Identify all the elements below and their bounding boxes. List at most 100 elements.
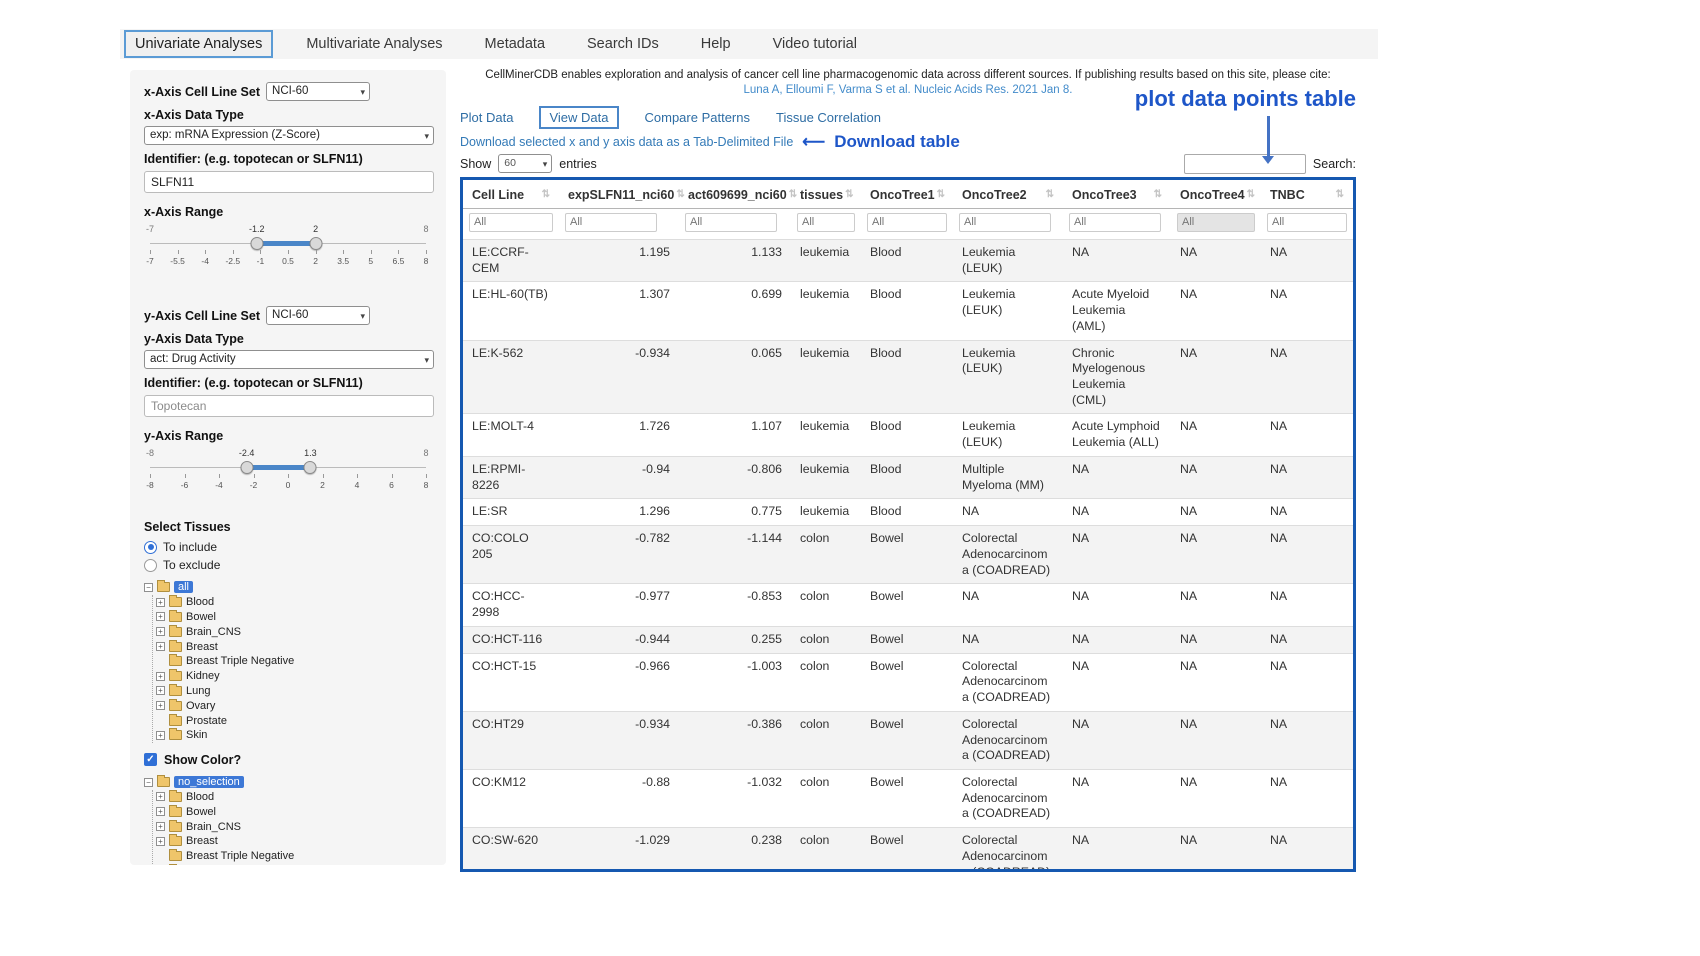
expand-icon[interactable]: + (156, 731, 165, 740)
expand-icon[interactable]: + (156, 612, 165, 621)
tree-item-breast-triple-negative[interactable]: Breast Triple Negative (156, 654, 434, 669)
tree-item-skin[interactable]: +Skin (156, 728, 434, 743)
table-row[interactable]: CO:HCC-2998-0.977-0.853colonBowelNANANAN… (463, 584, 1353, 626)
tree-item-bowel[interactable]: +Bowel (156, 610, 434, 625)
expand-icon[interactable]: + (156, 701, 165, 710)
tab-view-data[interactable]: View Data (539, 106, 618, 129)
y-cell-line-set-select[interactable]: NCI-60 (266, 306, 370, 325)
tab-compare-patterns[interactable]: Compare Patterns (645, 108, 751, 127)
expand-icon[interactable]: + (156, 686, 165, 695)
column-header-tissues[interactable]: tissues⇅ (791, 180, 861, 209)
tree-root-no-selection[interactable]: −no_selection (144, 775, 434, 790)
tree-item-brain-cns[interactable]: +Brain_CNS (156, 819, 434, 834)
collapse-icon[interactable]: − (144, 583, 153, 592)
column-filter-input-act609699-nci60[interactable] (685, 213, 777, 232)
show-color-checkbox-row[interactable]: ✓ Show Color? (144, 753, 434, 767)
expand-icon[interactable]: + (156, 627, 165, 636)
expand-icon[interactable]: + (156, 672, 165, 681)
x-cell-line-set-select[interactable]: NCI-60 (266, 82, 370, 101)
nav-tab-univariate-analyses[interactable]: Univariate Analyses (124, 30, 273, 58)
table-row[interactable]: LE:CCRF-CEM1.1951.133leukemiaBloodLeukem… (463, 239, 1353, 281)
slider-track[interactable] (150, 236, 426, 250)
column-header-oncotree3[interactable]: OncoTree3⇅ (1063, 180, 1171, 209)
table-row[interactable]: LE:RPMI-8226-0.94-0.806leukemiaBloodMult… (463, 456, 1353, 498)
table-row[interactable]: LE:K-562-0.9340.065leukemiaBloodLeukemia… (463, 340, 1353, 414)
slider-selected-range[interactable] (257, 241, 316, 246)
expand-icon[interactable]: + (156, 822, 165, 831)
nav-tab-help[interactable]: Help (692, 32, 740, 56)
column-filter-input-cell-line[interactable] (469, 213, 553, 232)
tree-root-all[interactable]: −all (144, 580, 434, 595)
tree-item-lung[interactable]: +Lung (156, 684, 434, 699)
sort-icon[interactable]: ⇅ (845, 189, 853, 200)
download-link[interactable]: Download selected x and y axis data as a… (460, 135, 793, 149)
column-filter-input-oncotree1[interactable] (867, 213, 947, 232)
column-header-expslfn11-nci60[interactable]: expSLFN11_nci60⇅ (559, 180, 679, 209)
tree-item-blood[interactable]: +Blood (156, 790, 434, 805)
nav-tab-search-ids[interactable]: Search IDs (578, 32, 668, 56)
tree-item-ovary[interactable]: +Ovary (156, 698, 434, 713)
tree-item-bowel[interactable]: +Bowel (156, 804, 434, 819)
expand-icon[interactable]: + (156, 807, 165, 816)
expand-icon[interactable]: + (156, 642, 165, 651)
tree-item-breast[interactable]: +Breast (156, 639, 434, 654)
slider-track[interactable] (150, 460, 426, 474)
citation-link[interactable]: Luna A, Elloumi F, Varma S et al. Nuclei… (744, 84, 1073, 96)
tab-plot-data[interactable]: Plot Data (460, 108, 513, 127)
slider-handle[interactable] (309, 237, 322, 250)
sort-icon[interactable]: ⇅ (937, 189, 945, 200)
column-header-oncotree1[interactable]: OncoTree1⇅ (861, 180, 953, 209)
column-filter-input-oncotree3[interactable] (1069, 213, 1161, 232)
entries-select[interactable]: 60 (498, 154, 552, 173)
tree-item-breast-triple-negative[interactable]: Breast Triple Negative (156, 849, 434, 864)
search-input[interactable] (1184, 154, 1306, 174)
table-row[interactable]: LE:SR1.2960.775leukemiaBloodNANANANA (463, 499, 1353, 526)
table-row[interactable]: CO:HCT-15-0.966-1.003colonBowelColorecta… (463, 653, 1353, 711)
column-filter-input-oncotree4[interactable] (1177, 213, 1255, 232)
nav-tab-metadata[interactable]: Metadata (476, 32, 554, 56)
column-filter-input-tissues[interactable] (797, 213, 855, 232)
sort-icon[interactable]: ⇅ (789, 189, 797, 200)
x-range-slider[interactable]: -7-1.228-7-5.5-4-2.5-10.523.556.58 (150, 224, 426, 280)
x-identifier-input[interactable] (144, 171, 434, 193)
column-header-oncotree2[interactable]: OncoTree2⇅ (953, 180, 1063, 209)
table-row[interactable]: CO:COLO 205-0.782-1.144colonBowelColorec… (463, 526, 1353, 584)
tree-item-kidney[interactable]: +Kidney (156, 864, 434, 865)
sort-icon[interactable]: ⇅ (1154, 189, 1162, 200)
y-range-slider[interactable]: -8-2.41.38-8-6-4-202468 (150, 448, 426, 504)
sort-icon[interactable]: ⇅ (1046, 189, 1054, 200)
column-filter-input-expslfn11-nci60[interactable] (565, 213, 657, 232)
expand-icon[interactable]: + (156, 598, 165, 607)
tissue-exclude-radio[interactable]: To exclude (144, 558, 434, 572)
y-data-type-select[interactable]: act: Drug Activity (144, 350, 434, 369)
x-data-type-select[interactable]: exp: mRNA Expression (Z-Score) (144, 126, 434, 145)
tree-item-brain-cns[interactable]: +Brain_CNS (156, 624, 434, 639)
tissue-include-radio[interactable]: To include (144, 540, 434, 554)
sort-icon[interactable]: ⇅ (542, 189, 550, 200)
table-row[interactable]: CO:HT29-0.934-0.386colonBowelColorectal … (463, 711, 1353, 769)
y-identifier-input[interactable] (144, 395, 434, 417)
column-header-oncotree4[interactable]: OncoTree4⇅ (1171, 180, 1261, 209)
slider-handle[interactable] (240, 461, 253, 474)
slider-selected-range[interactable] (247, 465, 311, 470)
sort-icon[interactable]: ⇅ (1247, 189, 1255, 200)
tree-item-blood[interactable]: +Blood (156, 595, 434, 610)
tree-item-breast[interactable]: +Breast (156, 834, 434, 849)
slider-handle[interactable] (250, 237, 263, 250)
tree-item-prostate[interactable]: Prostate (156, 713, 434, 728)
expand-icon[interactable]: + (156, 837, 165, 846)
table-row[interactable]: LE:HL-60(TB)1.3070.699leukemiaBloodLeuke… (463, 282, 1353, 340)
sort-icon[interactable]: ⇅ (1336, 189, 1344, 200)
tree-item-kidney[interactable]: +Kidney (156, 669, 434, 684)
table-row[interactable]: CO:KM12-0.88-1.032colonBowelColorectal A… (463, 769, 1353, 827)
column-filter-input-tnbc[interactable] (1267, 213, 1347, 232)
column-header-act609699-nci60[interactable]: act609699_nci60⇅ (679, 180, 791, 209)
column-header-tnbc[interactable]: TNBC⇅ (1261, 180, 1353, 209)
expand-icon[interactable]: + (156, 792, 165, 801)
collapse-icon[interactable]: − (144, 778, 153, 787)
tab-tissue-correlation[interactable]: Tissue Correlation (776, 108, 881, 127)
slider-handle[interactable] (304, 461, 317, 474)
table-row[interactable]: CO:HCT-116-0.9440.255colonBowelNANANANA (463, 626, 1353, 653)
table-row[interactable]: CO:SW-620-1.0290.238colonBowelColorectal… (463, 828, 1353, 872)
column-header-cell-line[interactable]: Cell Line⇅ (463, 180, 559, 209)
